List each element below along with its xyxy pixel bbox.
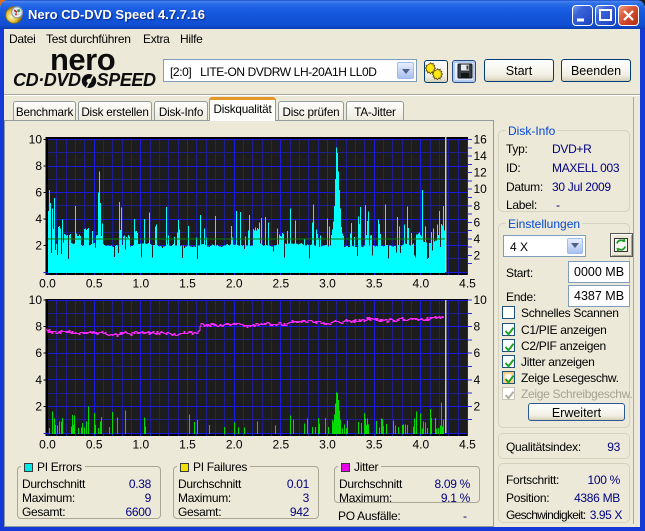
svg-text:4: 4 — [474, 232, 481, 246]
svg-text:2: 2 — [35, 239, 42, 253]
svg-text:14: 14 — [474, 149, 488, 163]
svg-text:4.0: 4.0 — [412, 277, 429, 291]
svg-text:1.5: 1.5 — [179, 438, 196, 452]
svg-text:3.0: 3.0 — [319, 277, 336, 291]
svg-text:4.0: 4.0 — [412, 438, 429, 452]
svg-text:0.5: 0.5 — [86, 438, 103, 452]
svg-text:4: 4 — [474, 373, 481, 387]
svg-text:6: 6 — [474, 346, 481, 360]
svg-text:8: 8 — [474, 199, 481, 213]
svg-text:0.5: 0.5 — [86, 277, 103, 291]
svg-text:3.0: 3.0 — [319, 438, 336, 452]
svg-text:12: 12 — [474, 166, 488, 180]
svg-text:16: 16 — [474, 133, 488, 147]
svg-text:8: 8 — [474, 320, 481, 334]
svg-text:2.0: 2.0 — [226, 438, 243, 452]
svg-text:6: 6 — [35, 346, 42, 360]
svg-text:4.5: 4.5 — [459, 277, 476, 291]
svg-text:10: 10 — [474, 293, 488, 307]
svg-text:2.5: 2.5 — [272, 438, 289, 452]
svg-text:10: 10 — [29, 293, 43, 307]
svg-text:3.5: 3.5 — [366, 277, 383, 291]
svg-text:1.5: 1.5 — [179, 277, 196, 291]
svg-text:6: 6 — [35, 186, 42, 200]
svg-text:1.0: 1.0 — [132, 277, 149, 291]
svg-text:2: 2 — [474, 399, 481, 413]
svg-text:6: 6 — [474, 215, 481, 229]
svg-text:2: 2 — [474, 248, 481, 262]
svg-text:10: 10 — [474, 182, 488, 196]
svg-text:4: 4 — [35, 373, 42, 387]
svg-text:10: 10 — [29, 133, 43, 147]
svg-text:4.5: 4.5 — [459, 438, 476, 452]
svg-text:1.0: 1.0 — [132, 438, 149, 452]
svg-text:2.0: 2.0 — [226, 277, 243, 291]
svg-text:0.0: 0.0 — [39, 438, 56, 452]
svg-text:0.0: 0.0 — [39, 277, 56, 291]
svg-text:3.5: 3.5 — [366, 438, 383, 452]
svg-text:2: 2 — [35, 399, 42, 413]
svg-text:2.5: 2.5 — [272, 277, 289, 291]
svg-text:8: 8 — [35, 320, 42, 334]
svg-text:4: 4 — [35, 212, 42, 226]
svg-text:8: 8 — [35, 159, 42, 173]
